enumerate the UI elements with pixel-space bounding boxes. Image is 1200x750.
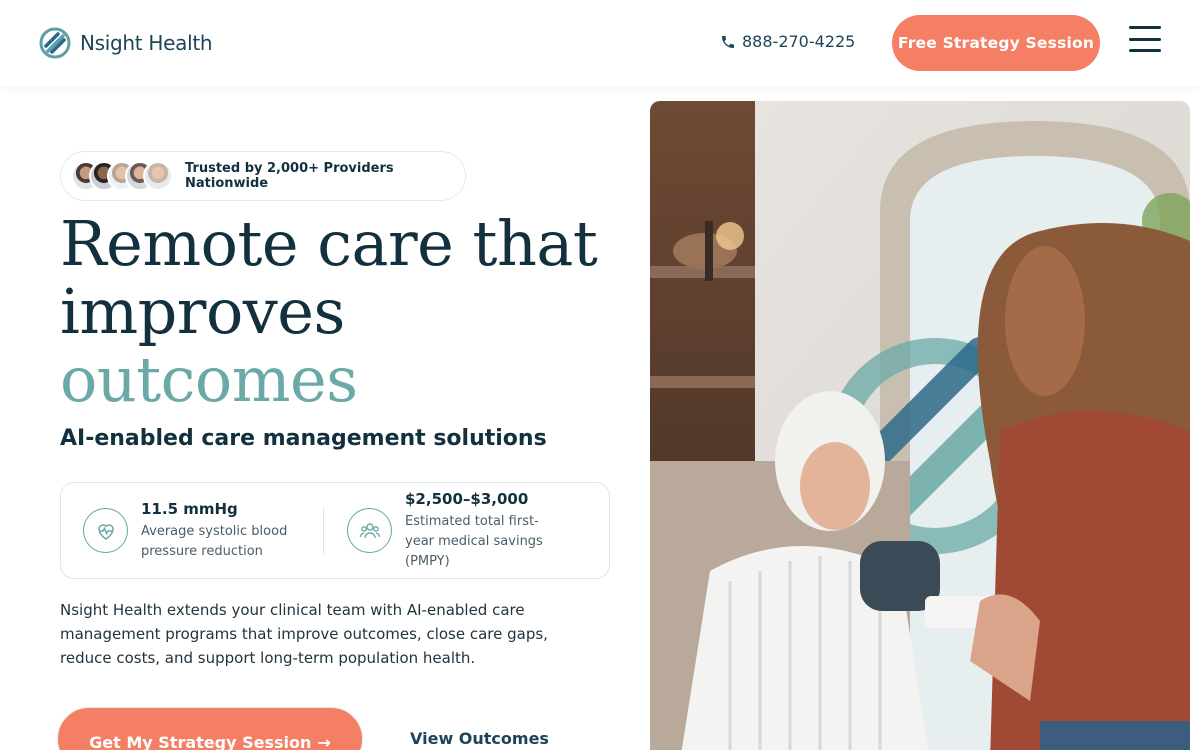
hero-image	[650, 101, 1190, 750]
hero-title-line: Remote care that	[60, 207, 598, 280]
phone-number: 888-270-4225	[742, 32, 856, 51]
trusted-text: Trusted by 2,000+ Providers Nationwide	[185, 161, 394, 191]
phone-link[interactable]: 888-270-4225	[720, 32, 855, 51]
free-strategy-session-button[interactable]: Free Strategy Session	[892, 15, 1100, 71]
heart-pulse-icon	[83, 508, 128, 553]
stat-label: Estimated total first-year medical savin…	[405, 513, 543, 569]
people-icon	[347, 508, 392, 553]
menu-line	[1129, 37, 1161, 41]
hero-description: Nsight Health extends your clinical team…	[60, 601, 548, 667]
stat-divider	[323, 507, 324, 555]
menu-line	[1129, 26, 1161, 29]
hero-title-accent: outcomes	[60, 343, 358, 416]
hero-title-line: improves	[60, 275, 345, 348]
get-strategy-session-button[interactable]: Get My Strategy Session →	[57, 707, 363, 750]
menu-line	[1129, 49, 1161, 52]
trusted-badge: Trusted by 2,000+ Providers Nationwide	[60, 151, 466, 201]
provider-avatars	[71, 161, 173, 191]
button-label: Get My Strategy Session	[89, 733, 312, 750]
stat-savings: $2,500–$3,000 Estimated total first-year…	[347, 483, 565, 578]
view-outcomes-link[interactable]: View Outcomes	[410, 729, 549, 748]
stats-card: 11.5 mmHg Average systolic blood pressur…	[60, 482, 610, 579]
logo[interactable]: Nsight Health	[39, 27, 213, 59]
stat-value: 11.5 mmHg	[141, 499, 238, 518]
phone-icon	[722, 35, 734, 48]
logo-text: Nsight Health	[80, 31, 213, 55]
site-header: Nsight Health 888-270-4225 Free Strategy…	[0, 0, 1200, 86]
hamburger-menu-icon[interactable]	[1129, 26, 1161, 52]
arrow-right-icon: →	[317, 733, 331, 750]
hero-subtitle: AI-enabled care management solutions	[60, 426, 547, 451]
stat-value: $2,500–$3,000	[405, 489, 529, 508]
avatar	[143, 161, 173, 191]
caregiver-photo	[650, 101, 1190, 750]
stat-blood-pressure: 11.5 mmHg Average systolic blood pressur…	[83, 483, 301, 578]
stat-label: Average systolic blood pressure reductio…	[141, 523, 288, 559]
hero-title: Remote care that improves outcomes	[60, 207, 598, 416]
nsight-logo-icon	[39, 27, 71, 59]
